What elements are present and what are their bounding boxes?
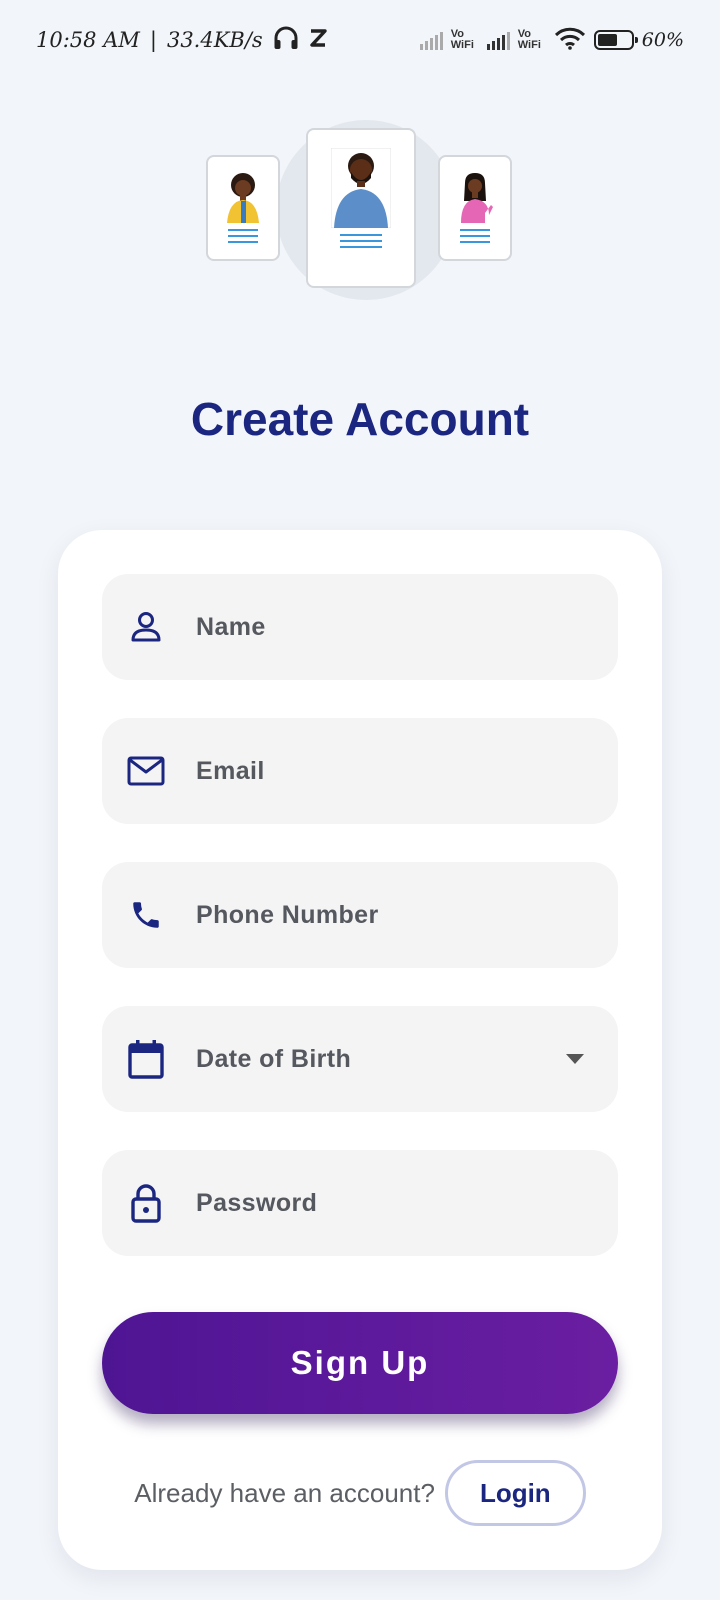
profile-card-center (306, 128, 416, 288)
signal-strength-icon (419, 30, 443, 50)
login-row: Already have an account? Login (58, 1460, 662, 1526)
sign-up-button[interactable]: Sign Up (102, 1312, 618, 1414)
page-title: Create Account (190, 393, 530, 445)
vowifi-label-2: Vo WiFi (518, 29, 546, 51)
battery-percent: 60% (641, 29, 684, 51)
profile-card-left (206, 155, 280, 261)
email-field-label: Email (196, 756, 265, 785)
login-prompt-text: Already have an account? (134, 1477, 435, 1508)
status-time: 10:58 AM (36, 28, 140, 52)
carrier-1-text: Vo WiFi (450, 28, 474, 51)
card-text-lines-center (340, 234, 382, 248)
card-text-lines (228, 229, 258, 243)
headphones-icon (273, 26, 299, 55)
status-network-speed: 33.4KB/s (166, 28, 263, 52)
person-icon (126, 607, 166, 647)
mail-icon (126, 751, 166, 791)
status-left: 10:58 AM | 33.4KB/s (36, 26, 327, 55)
phone-icon (126, 895, 166, 935)
battery-fill (597, 34, 617, 46)
carrier-2-text: Vo WiFi (517, 28, 541, 51)
vowifi-label-1: Vo WiFi (451, 29, 479, 51)
status-separator: | (149, 28, 157, 52)
wifi-icon (554, 26, 586, 55)
lock-icon (126, 1183, 166, 1223)
name-field-label: Name (196, 612, 266, 641)
name-field[interactable]: Name (102, 574, 618, 680)
profile-card-right (438, 155, 512, 261)
calendar-icon (126, 1039, 166, 1079)
create-account-screen: 10:58 AM | 33.4KB/s Vo WiFi Vo WiFi 60% … (0, 0, 720, 1600)
woman-pink-avatar-icon (461, 173, 493, 223)
status-bar: 10:58 AM | 33.4KB/s Vo WiFi Vo WiFi 60% (0, 0, 720, 80)
signup-form-card: Name Email Phone Number Date of Birth Pa… (58, 530, 662, 1570)
password-field-label: Password (196, 1188, 318, 1217)
login-button[interactable]: Login (444, 1460, 586, 1526)
date-of-birth-field-label: Date of Birth (196, 1044, 352, 1073)
status-right: Vo WiFi Vo WiFi 60% (419, 26, 684, 55)
woman-avatar-icon (227, 173, 259, 223)
date-of-birth-field[interactable]: Date of Birth (102, 1006, 618, 1112)
profiles-illustration (200, 110, 520, 310)
man-avatar-icon (331, 148, 391, 228)
z-app-icon (309, 28, 327, 53)
dropdown-arrow-icon[interactable] (566, 1054, 584, 1064)
phone-field[interactable]: Phone Number (102, 862, 618, 968)
card-text-lines-right (460, 229, 490, 243)
battery-icon (593, 30, 638, 50)
phone-field-label: Phone Number (196, 900, 379, 929)
email-field[interactable]: Email (102, 718, 618, 824)
signal-strength-icon-2 (486, 30, 510, 50)
password-field[interactable]: Password (102, 1150, 618, 1256)
